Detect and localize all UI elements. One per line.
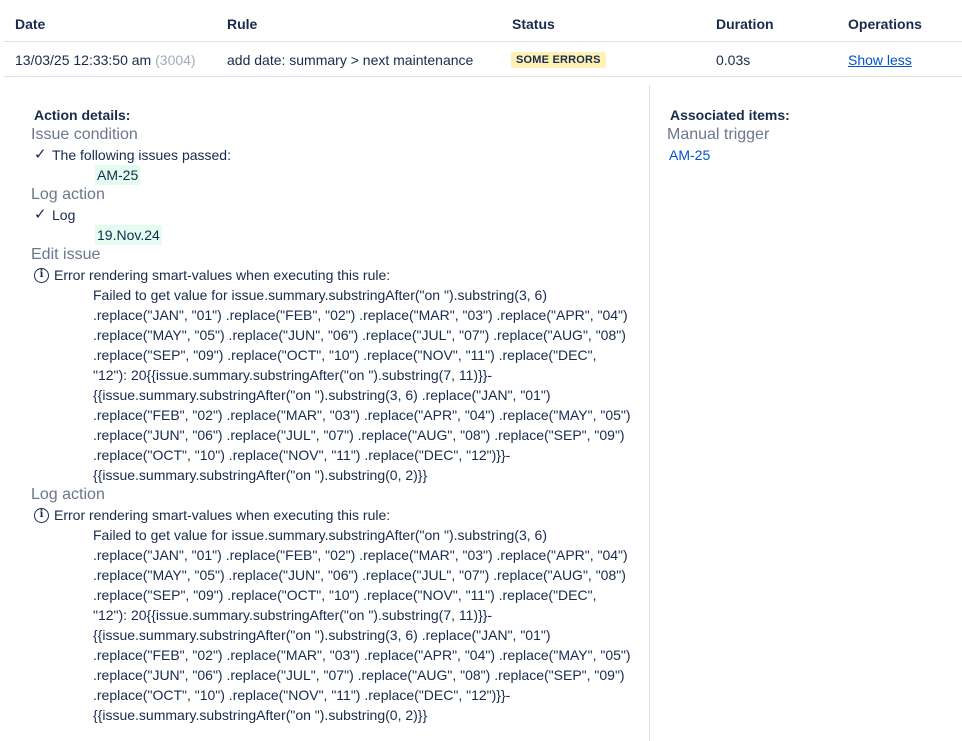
column-header-date: Date: [15, 16, 46, 32]
check-icon: ✓: [34, 146, 47, 163]
component-issue-condition: Issue condition ✓ The following issues p…: [31, 125, 641, 185]
row-divider: [4, 76, 962, 77]
trigger-title: Manual trigger: [667, 126, 770, 143]
component-line: Log: [52, 207, 76, 223]
audit-date: 13/03/25 12:33:50 am: [15, 52, 152, 68]
rule-name: add date: summary > next maintenance: [227, 52, 474, 68]
error-heading: Error rendering smart-values when execut…: [54, 267, 391, 283]
check-icon: ✓: [34, 206, 47, 223]
column-header-status: Status: [512, 16, 555, 32]
show-less-link[interactable]: Show less: [848, 52, 912, 68]
error-heading: Error rendering smart-values when execut…: [54, 507, 391, 523]
column-header-rule: Rule: [227, 16, 258, 32]
component-title: Log action: [31, 186, 105, 203]
associated-items-panel: Associated items: Manual trigger AM-25: [667, 105, 790, 165]
action-details-heading: Action details:: [34, 107, 131, 123]
issue-chip: AM-25: [95, 165, 141, 185]
component-title: Edit issue: [31, 246, 101, 263]
component-edit-issue: Edit issue i Error rendering smart-value…: [31, 245, 641, 485]
error-message: Failed to get value for issue.summary.su…: [93, 527, 631, 723]
log-output-chip: 19.Nov.24: [95, 225, 162, 245]
component-log-action: Log action ✓ Log 19.Nov.24: [31, 185, 641, 245]
audit-id: (3004): [155, 52, 196, 68]
associated-issue-link[interactable]: AM-25: [669, 145, 790, 165]
component-line: The following issues passed:: [52, 147, 231, 163]
info-icon: i: [34, 267, 49, 283]
component-log-action-error: Log action i Error rendering smart-value…: [31, 485, 641, 725]
header-divider: [4, 41, 962, 42]
component-title: Log action: [31, 486, 105, 503]
audit-date-cell: 13/03/25 12:33:50 am (3004): [15, 52, 196, 68]
action-details-panel: Action details: Issue condition ✓ The fo…: [31, 105, 641, 725]
column-header-operations: Operations: [848, 16, 922, 32]
info-icon: i: [34, 507, 49, 523]
details-column-divider: [649, 85, 650, 741]
associated-items-heading: Associated items:: [670, 107, 790, 123]
status-badge: SOME ERRORS: [511, 52, 606, 68]
error-message: Failed to get value for issue.summary.su…: [93, 287, 631, 483]
component-title: Issue condition: [31, 126, 138, 143]
duration-value: 0.03s: [716, 52, 751, 68]
column-header-duration: Duration: [716, 16, 774, 32]
